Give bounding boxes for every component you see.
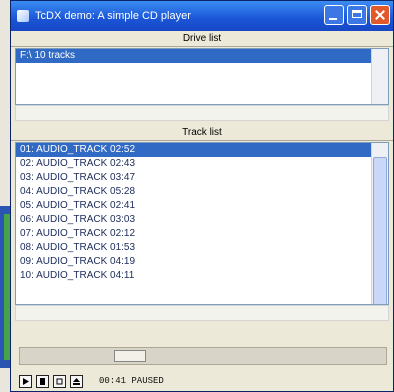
track-list-item[interactable]: 08: AUDIO_TRACK 01:53 (16, 241, 388, 255)
drive-list[interactable]: F:\ 10 tracks (15, 48, 389, 105)
track-list-item[interactable]: 09: AUDIO_TRACK 04:19 (16, 255, 388, 269)
track-list-item[interactable]: 01: AUDIO_TRACK 02:52 (16, 143, 388, 157)
track-list-scroll-thumb[interactable] (373, 157, 387, 304)
position-slider-knob[interactable] (114, 350, 146, 362)
window-title: TcDX demo: A simple CD player (35, 10, 191, 22)
pause-icon[interactable] (36, 374, 49, 388)
track-list-item[interactable]: 05: AUDIO_TRACK 02:41 (16, 199, 388, 213)
track-list-item[interactable]: 06: AUDIO_TRACK 03:03 (16, 213, 388, 227)
track-list-item[interactable]: 07: AUDIO_TRACK 02:12 (16, 227, 388, 241)
track-list-hscroll[interactable] (15, 305, 389, 321)
close-button[interactable] (370, 5, 390, 25)
window-controls (324, 5, 390, 25)
drive-list-hscroll[interactable] (15, 105, 389, 121)
track-list-item[interactable]: 03: AUDIO_TRACK 03:47 (16, 171, 388, 185)
maximize-button[interactable] (347, 5, 367, 25)
playback-controls: 00:41 PAUSED (19, 373, 164, 389)
title-bar[interactable]: TcDX demo: A simple CD player (11, 1, 393, 31)
stop-icon[interactable] (53, 374, 66, 388)
app-icon (17, 10, 29, 22)
track-list[interactable]: 01: AUDIO_TRACK 02:52 02: AUDIO_TRACK 02:… (15, 142, 389, 305)
drive-list-header: Drive list (11, 31, 393, 47)
track-list-item[interactable]: 04: AUDIO_TRACK 05:28 (16, 185, 388, 199)
minimize-button[interactable] (324, 5, 344, 25)
track-list-header: Track list (11, 125, 393, 141)
play-icon[interactable] (19, 374, 32, 388)
eject-icon[interactable] (70, 374, 83, 388)
position-slider[interactable] (19, 347, 387, 365)
track-list-vscroll[interactable] (371, 143, 388, 304)
status-text: 00:41 PAUSED (99, 376, 164, 386)
track-list-item[interactable]: 02: AUDIO_TRACK 02:43 (16, 157, 388, 171)
cd-player-window: TcDX demo: A simple CD player Drive list… (10, 0, 394, 392)
drive-list-vscroll[interactable] (371, 49, 388, 104)
drive-list-item[interactable]: F:\ 10 tracks (16, 49, 388, 63)
track-list-item[interactable]: 10: AUDIO_TRACK 04:11 (16, 269, 388, 283)
